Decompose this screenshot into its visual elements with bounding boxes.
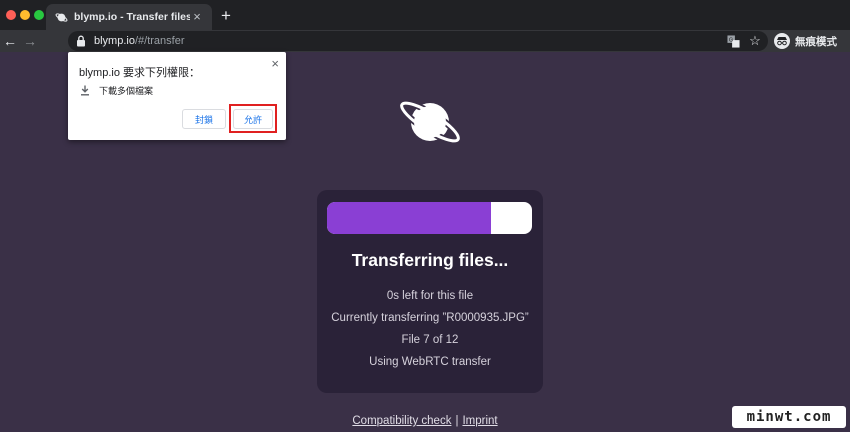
new-tab-button[interactable]: + [218,6,234,26]
svg-text:G: G [728,37,732,43]
tab-strip: blymp.io - Transfer files × + [0,0,850,30]
imprint-link[interactable]: Imprint [462,415,497,427]
incognito-label: 無痕模式 [795,35,837,48]
footer: Compatibility check | Imprint [0,415,850,427]
progress-fill [327,202,491,234]
incognito-profile-button[interactable]: 無痕模式 [772,32,843,50]
translate-icon[interactable]: G [726,34,740,48]
url-host: blymp.io [94,35,135,47]
watermark: minwt.com [732,406,846,428]
browser-toolbar: ← → blymp.io /#/transfer G ☆ 無痕模式 [0,30,850,52]
planet-icon [54,10,68,24]
maximize-window-button[interactable] [34,10,44,20]
popup-close-icon[interactable]: × [271,56,279,71]
close-window-button[interactable] [6,10,16,20]
compatibility-check-link[interactable]: Compatibility check [352,415,451,427]
transfer-method-text: Using WebRTC transfer [369,356,491,368]
back-button[interactable]: ← [2,32,18,50]
tab-title: blymp.io - Transfer files [74,11,190,23]
time-left-text: 0s left for this file [386,290,474,302]
current-file-text: Currently transferring ”R0000935.JPG” [331,312,529,324]
incognito-icon [774,33,790,49]
download-icon [79,85,91,97]
permission-label: 下載多個檔案 [99,86,154,96]
lock-icon[interactable] [74,34,88,48]
allow-button[interactable]: 允許 [233,109,273,129]
progress-bar [327,202,532,234]
url-path: /#/transfer [134,35,185,47]
address-bar[interactable]: blymp.io /#/transfer G ☆ [68,31,768,51]
tab-close-icon[interactable]: × [190,10,204,24]
minimize-window-button[interactable] [20,10,30,20]
tab-blymp[interactable]: blymp.io - Transfer files × [46,4,212,30]
popup-title: blymp.io 要求下列權限： [79,67,201,79]
permission-popup: blymp.io 要求下列權限： × 下載多個檔案 封鎖 允許 [68,52,286,140]
status-title: Transferring files... [351,250,509,270]
bookmark-star-icon[interactable]: ☆ [748,34,762,48]
forward-button[interactable]: → [22,32,38,50]
planet-logo-icon [396,94,464,150]
transfer-card: Transferring files... 0s left for this f… [317,190,543,393]
block-button[interactable]: 封鎖 [182,109,226,129]
permission-item: 下載多個檔案 [79,84,153,97]
footer-separator: | [455,415,459,427]
file-count-text: File 7 of 12 [401,334,459,346]
